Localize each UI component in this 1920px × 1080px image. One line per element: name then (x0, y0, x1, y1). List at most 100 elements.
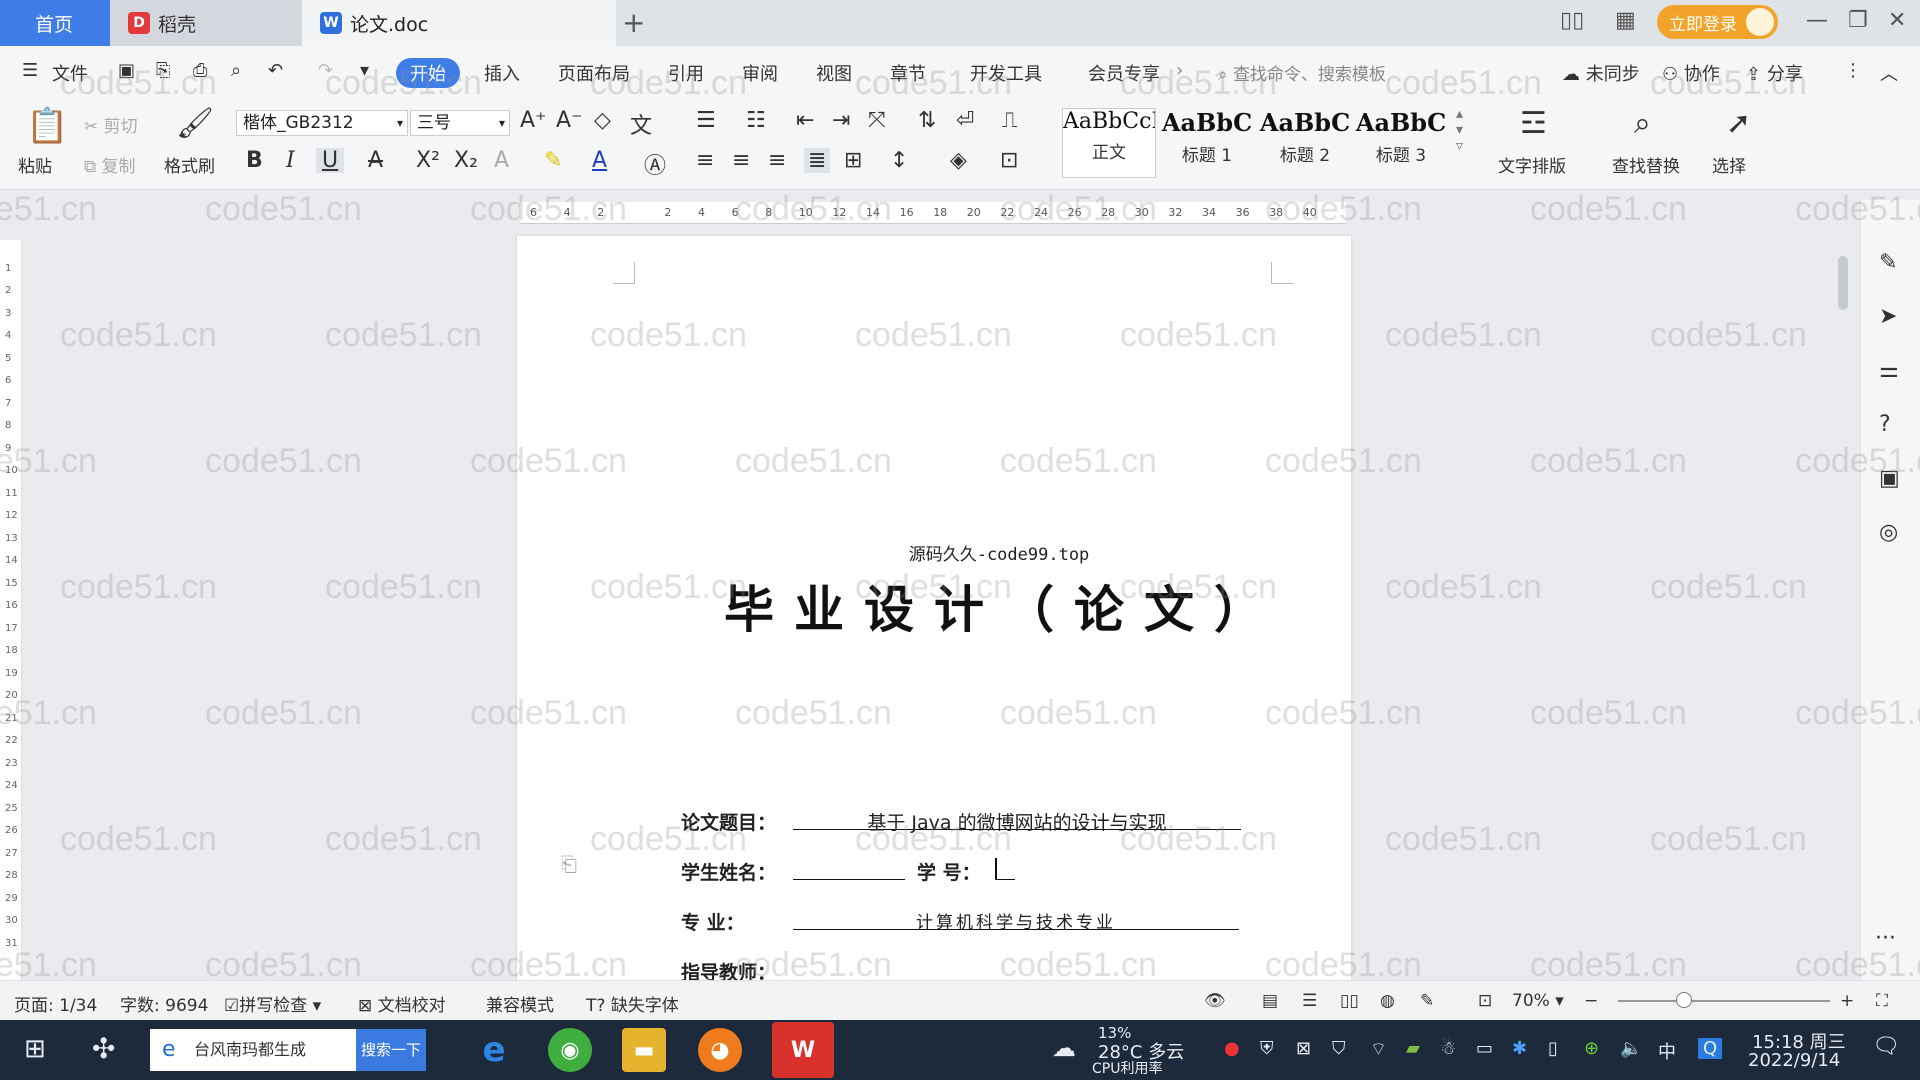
page-indicator[interactable]: 页面: 1/34 (14, 991, 97, 1016)
write-view-icon[interactable]: ✎ (1420, 991, 1434, 1011)
align-right-icon[interactable]: ≡ (768, 148, 786, 173)
tab-home[interactable]: 首页 (0, 0, 110, 46)
style-heading-1[interactable]: AaBbC 标题 1 (1160, 108, 1254, 178)
share-button[interactable]: ⇪ 分享 (1746, 60, 1803, 86)
layout-icon[interactable]: ▯▯ (1560, 8, 1584, 33)
word-count[interactable]: 字数: 9694 (120, 991, 208, 1016)
undo-icon[interactable]: ↶ (268, 60, 283, 81)
missing-font[interactable]: T? 缺失字体 (586, 991, 679, 1016)
style-normal[interactable]: AaBbCcI 正文 (1062, 108, 1156, 178)
paste-options-icon[interactable]: ⎗ (561, 852, 577, 876)
show-marks-icon[interactable]: ⏎ (956, 108, 974, 133)
italic-icon[interactable]: I (286, 148, 295, 173)
restore-icon[interactable]: ❐ (1848, 8, 1868, 33)
compat-mode[interactable]: 兼容模式 (486, 991, 554, 1016)
text-layout-button[interactable]: 文字排版 (1498, 152, 1566, 177)
sliders-icon[interactable]: ⚌ (1879, 358, 1899, 383)
app-orange-icon[interactable]: ◕ (698, 1028, 742, 1072)
help-icon[interactable]: ? (1879, 412, 1891, 437)
print-icon[interactable]: ⎙ (193, 60, 207, 81)
wps-taskbar-icon[interactable]: W (772, 1022, 834, 1078)
compass-icon[interactable]: ◎ (1879, 520, 1898, 545)
taskbar-search-button[interactable]: 搜索一下 (356, 1029, 426, 1071)
volume-icon[interactable]: 🔈 (1620, 1038, 1642, 1059)
tray-plus-icon[interactable]: ⊕ (1584, 1038, 1599, 1059)
ie-browser-icon[interactable]: e (472, 1028, 516, 1072)
bluetooth-icon[interactable]: ✱ (1512, 1038, 1527, 1059)
qq-icon[interactable]: ☃ (1440, 1038, 1456, 1059)
taskbar-search-input[interactable]: e 台风南玛都生成 (150, 1029, 356, 1071)
underline-icon[interactable]: U (316, 148, 345, 173)
usb-icon[interactable]: ▯ (1548, 1038, 1558, 1059)
file-explorer-icon[interactable]: ▬ (622, 1028, 666, 1072)
copy-button[interactable]: ⧉ 复制 (84, 152, 136, 177)
zoom-out-button[interactable]: − (1584, 991, 1598, 1011)
ruler-toggle-icon[interactable]: ⎍ (1002, 108, 1017, 133)
line-spacing-icon[interactable]: ↕ (890, 148, 908, 173)
style-heading-2[interactable]: AaBbC 标题 2 (1258, 108, 1352, 178)
tray-shield-icon[interactable]: ⛉ (1332, 1038, 1346, 1059)
find-replace-button[interactable]: 查找替换 (1612, 152, 1680, 177)
char-border-icon[interactable]: Ⓐ (644, 148, 666, 180)
quick-access-dropdown-icon[interactable]: ▾ (360, 60, 369, 81)
bullets-icon[interactable]: ☰ (696, 108, 716, 133)
sort-icon[interactable]: ⇅ (918, 108, 936, 133)
field-student-id-value[interactable] (995, 858, 1015, 880)
menu-review[interactable]: 审阅 (742, 60, 778, 86)
collab-button[interactable]: ⚇ 协作 (1662, 60, 1720, 86)
battery-icon[interactable]: ▭ (1476, 1038, 1493, 1059)
select-cursor-icon[interactable]: ➚ (1726, 106, 1751, 141)
numbering-icon[interactable]: ☷ (746, 108, 766, 133)
styles-scroll-icon[interactable]: ▴ ▾ ▿ (1456, 106, 1463, 154)
tray-security-icon[interactable]: ⛨ (1260, 1038, 1274, 1059)
decrease-indent-icon[interactable]: ⇤ (796, 108, 814, 133)
menu-chapter[interactable]: 章节 (890, 60, 926, 86)
horizontal-ruler[interactable]: 6 4 2 2 4 6 8 10 12 14 16 18 20 22 24 26 28 30 32 34 36 38 40 (520, 202, 1346, 224)
more-tools-icon[interactable]: ··· (1875, 926, 1896, 951)
superscript-icon[interactable]: X² (416, 148, 440, 173)
notification-icon[interactable]: 🗨 (1872, 1034, 1900, 1059)
find-replace-icon[interactable]: ⌕ (1634, 106, 1651, 141)
sync-button[interactable]: ☁ 未同步 (1562, 60, 1640, 86)
font-size-select[interactable]: 三号 ▾ (410, 110, 510, 136)
image-edit-icon[interactable]: ▣ (1879, 466, 1900, 491)
increase-indent-icon[interactable]: ⇥ (832, 108, 850, 133)
field-thesis-title-value[interactable]: 基于 Java 的微博网站的设计与实现 (793, 808, 1241, 834)
align-left-icon[interactable]: ≡ (696, 148, 714, 173)
format-painter-icon[interactable]: 🖌 (176, 106, 214, 141)
paste-button[interactable]: 粘贴 (18, 152, 52, 177)
vertical-ruler[interactable]: 1 2 3 4 5 6 7 8 9 10 11 12 13 14 15 16 17 18 19 20 21 22 23 24 2… (0, 240, 22, 980)
tab-daoke[interactable]: D 稻壳 (110, 0, 302, 46)
browser-green-icon[interactable]: ◉ (548, 1028, 592, 1072)
menu-home[interactable]: 开始 (396, 58, 460, 88)
pinwheel-icon[interactable]: ✣ (92, 1032, 115, 1065)
scrollbar-thumb[interactable] (1838, 256, 1848, 310)
save-icon[interactable]: ▣ (118, 60, 135, 81)
justify-icon[interactable]: ≣ (804, 148, 831, 173)
tab-document[interactable]: W 论文.doc (302, 0, 616, 46)
minimize-icon[interactable]: — (1806, 8, 1828, 33)
distribute-icon[interactable]: ⊞ (844, 148, 862, 173)
phonetic-icon[interactable]: 文 (630, 108, 652, 140)
menu-developer[interactable]: 开发工具 (970, 60, 1042, 86)
align-center-icon[interactable]: ≡ (732, 148, 750, 173)
field-student-name-value[interactable] (793, 858, 905, 880)
collapse-ribbon-icon[interactable]: ︿ (1880, 60, 1898, 86)
zoom-level[interactable]: 70% ▾ (1512, 991, 1564, 1011)
command-search[interactable]: ⌕ 查找命令、搜索模板 (1218, 60, 1386, 85)
borders-icon[interactable]: ⊡ (1000, 148, 1018, 173)
document-page[interactable]: 源码久久-code99.top 毕业设计（论文） 论文题目： 基于 Java 的… (517, 236, 1351, 984)
spell-check[interactable]: ☑拼写检查 ▾ (224, 991, 321, 1016)
format-painter-button[interactable]: 格式刷 (164, 152, 215, 177)
redo-icon[interactable]: ↷ (318, 60, 333, 81)
page-view-icon[interactable]: ▤ (1262, 991, 1278, 1011)
ime-indicator[interactable]: 中 (1658, 1038, 1676, 1064)
clear-format-icon[interactable]: ◇ (594, 108, 611, 133)
paste-icon[interactable]: 📋 (26, 106, 68, 146)
style-heading-3[interactable]: AaBbC 标题 3 (1354, 108, 1448, 178)
strikethrough-icon[interactable]: A (368, 148, 383, 173)
print-preview-icon[interactable]: ⌕ (231, 60, 241, 81)
zoom-slider-handle[interactable] (1676, 992, 1692, 1008)
web-view-icon[interactable]: ◍ (1380, 991, 1395, 1011)
login-button[interactable]: 立即登录 (1657, 5, 1778, 39)
